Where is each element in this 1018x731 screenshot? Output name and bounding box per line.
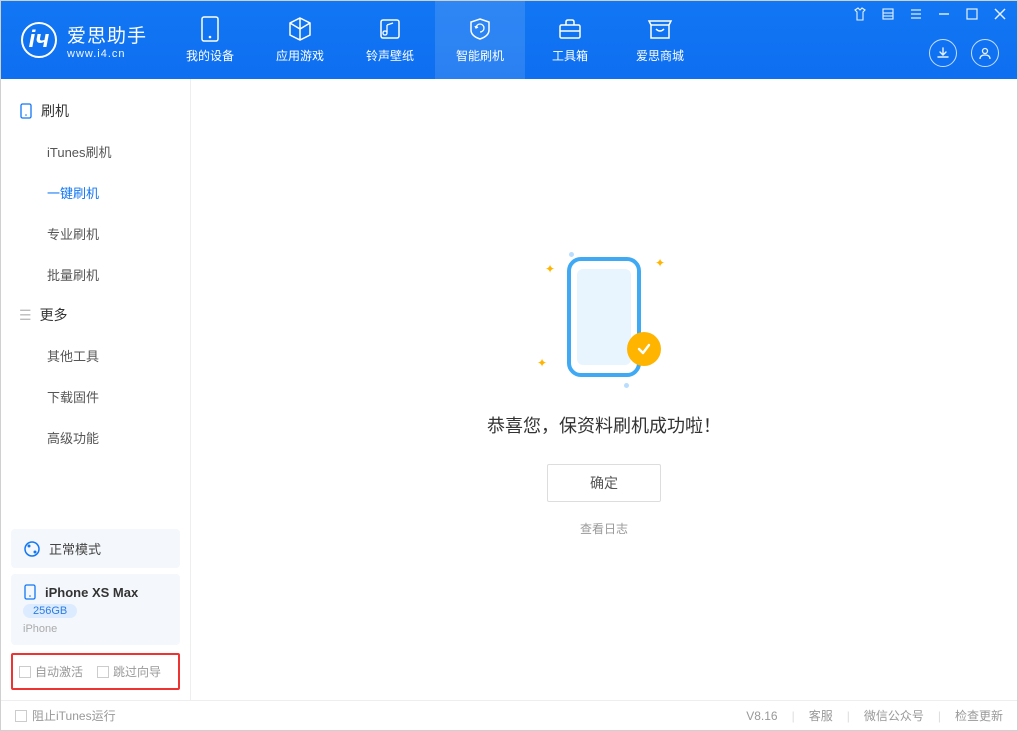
success-illustration: ✦ ✦ ✦ xyxy=(529,242,679,392)
block-itunes-checkbox[interactable]: 阻止iTunes运行 xyxy=(15,707,116,724)
mode-icon xyxy=(23,540,41,558)
toolbox-icon xyxy=(557,16,583,42)
logo-icon: iч xyxy=(21,22,57,58)
app-title: 爱思助手 xyxy=(67,21,147,48)
list-icon[interactable] xyxy=(909,7,923,21)
device-storage-badge: 256GB xyxy=(23,604,77,618)
device-icon xyxy=(19,103,33,119)
statusbar: 阻止iTunes运行 V8.16 | 客服 | 微信公众号 | 检查更新 xyxy=(1,700,1017,730)
check-update-link[interactable]: 检查更新 xyxy=(955,707,1003,724)
tab-label: 应用游戏 xyxy=(276,47,324,64)
wallpaper-icon xyxy=(377,16,403,42)
device-name-text: iPhone XS Max xyxy=(45,585,138,600)
user-icon[interactable] xyxy=(971,39,999,67)
tab-bar: 我的设备 应用游戏 铃声壁纸 智能刷机 工具箱 爱思商城 xyxy=(165,1,705,79)
menu-icon[interactable] xyxy=(881,7,895,21)
app-subtitle: www.i4.cn xyxy=(67,48,147,60)
skip-guide-checkbox[interactable]: 跳过向导 xyxy=(97,663,161,680)
sidebar-group-more: ☰ 更多 xyxy=(1,295,190,335)
header: iч 爱思助手 www.i4.cn 我的设备 应用游戏 铃声壁纸 智能刷机 工具… xyxy=(1,1,1017,79)
tab-smart-flash[interactable]: 智能刷机 xyxy=(435,1,525,79)
store-icon xyxy=(647,16,673,42)
checkbox-icon xyxy=(15,710,27,722)
mode-label: 正常模式 xyxy=(49,539,101,558)
support-link[interactable]: 客服 xyxy=(809,707,833,724)
bottom-options: 自动激活 跳过向导 xyxy=(11,653,180,690)
sidebar-group-flash: 刷机 xyxy=(1,91,190,131)
sidebar-item-onekey-flash[interactable]: 一键刷机 xyxy=(1,172,190,213)
main-content: ✦ ✦ ✦ 恭喜您，保资料刷机成功啦！ 确定 查看日志 xyxy=(191,79,1017,700)
sidebar-item-advanced[interactable]: 高级功能 xyxy=(1,417,190,458)
minimize-icon[interactable] xyxy=(937,7,951,21)
success-text: 恭喜您，保资料刷机成功啦！ xyxy=(487,412,721,438)
device-small-icon xyxy=(23,584,37,600)
sidebar-item-other-tools[interactable]: 其他工具 xyxy=(1,335,190,376)
phone-icon xyxy=(197,16,223,42)
refresh-shield-icon xyxy=(467,16,493,42)
tab-label: 爱思商城 xyxy=(636,47,684,64)
sidebar-item-itunes-flash[interactable]: iTunes刷机 xyxy=(1,131,190,172)
tab-label: 工具箱 xyxy=(552,47,588,64)
dot-icon xyxy=(624,383,629,388)
ok-button[interactable]: 确定 xyxy=(547,464,661,502)
sparkle-icon: ✦ xyxy=(537,356,547,370)
tab-ringtones-wallpapers[interactable]: 铃声壁纸 xyxy=(345,1,435,79)
logo-block[interactable]: iч 爱思助手 www.i4.cn xyxy=(1,21,165,60)
tab-store[interactable]: 爱思商城 xyxy=(615,1,705,79)
mode-box[interactable]: 正常模式 xyxy=(11,529,180,568)
view-log-link[interactable]: 查看日志 xyxy=(580,520,628,537)
device-box[interactable]: iPhone XS Max 256GB iPhone xyxy=(11,574,180,645)
sidebar-item-download-firmware[interactable]: 下载固件 xyxy=(1,376,190,417)
checkbox-icon xyxy=(19,666,31,678)
download-icon[interactable] xyxy=(929,39,957,67)
sidebar-item-batch-flash[interactable]: 批量刷机 xyxy=(1,254,190,295)
tab-label: 铃声壁纸 xyxy=(366,47,414,64)
cube-icon xyxy=(287,16,313,42)
sparkle-icon: ✦ xyxy=(655,256,665,270)
wechat-link[interactable]: 微信公众号 xyxy=(864,707,924,724)
tab-label: 智能刷机 xyxy=(456,47,504,64)
tab-my-device[interactable]: 我的设备 xyxy=(165,1,255,79)
check-icon xyxy=(627,332,661,366)
tab-toolbox[interactable]: 工具箱 xyxy=(525,1,615,79)
close-icon[interactable] xyxy=(993,7,1007,21)
dot-icon xyxy=(569,252,574,257)
sparkle-icon: ✦ xyxy=(545,262,555,276)
device-type: iPhone xyxy=(23,623,168,635)
shirt-icon[interactable] xyxy=(853,7,867,21)
tab-apps-games[interactable]: 应用游戏 xyxy=(255,1,345,79)
sidebar-item-pro-flash[interactable]: 专业刷机 xyxy=(1,213,190,254)
version-text: V8.16 xyxy=(746,709,777,723)
auto-activate-checkbox[interactable]: 自动激活 xyxy=(19,663,83,680)
tab-label: 我的设备 xyxy=(186,47,234,64)
sidebar: 刷机 iTunes刷机 一键刷机 专业刷机 批量刷机 ☰ 更多 其他工具 下载固… xyxy=(1,79,191,700)
checkbox-icon xyxy=(97,666,109,678)
maximize-icon[interactable] xyxy=(965,7,979,21)
more-icon: ☰ xyxy=(19,307,32,324)
window-controls xyxy=(853,7,1007,21)
